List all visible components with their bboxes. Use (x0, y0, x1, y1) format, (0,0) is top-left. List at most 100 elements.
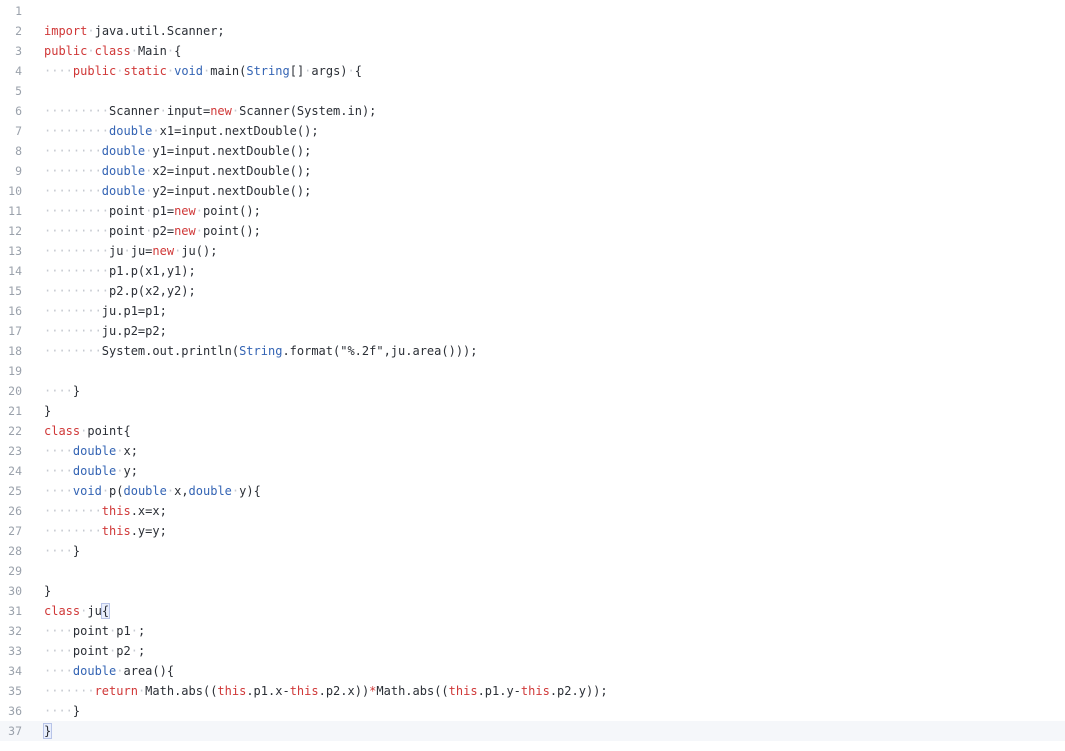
whitespace-marker: ···· (44, 664, 73, 678)
whitespace-marker: ········ (44, 504, 102, 518)
code-line[interactable]: 27 ········this.y=y; (0, 521, 1065, 541)
code-token: main( (210, 64, 247, 78)
line-number: 24 (8, 464, 22, 478)
whitespace-marker: · (87, 44, 95, 58)
code-line[interactable]: 35 ·······return·Math.abs((this.p1.x-this… (0, 681, 1065, 701)
code-line[interactable]: 16 ········ju.p1=p1; (0, 301, 1065, 321)
code-token: ; (137, 624, 146, 638)
code-line[interactable]: 14 ·········p1.p(x1,y1); (0, 261, 1065, 281)
code-line[interactable]: 11 ·········point·p1=new·point(); (0, 201, 1065, 221)
code-line[interactable]: 9 ········double·x2=input.nextDouble(); (0, 161, 1065, 181)
code-token: point (72, 644, 110, 658)
code-line[interactable]: 19 (0, 361, 1065, 381)
line-number: 34 (8, 664, 22, 678)
whitespace-marker: ···· (44, 464, 73, 478)
line-number: 28 (8, 544, 22, 558)
code-line[interactable]: 25 ····void·p(double·x,double·y){ (0, 481, 1065, 501)
whitespace-marker: · (195, 224, 203, 238)
whitespace-marker: · (116, 464, 124, 478)
code-line[interactable]: 33 ····point·p2·; (0, 641, 1065, 661)
line-content: ·········Scanner·input=new·Scanner(Syste… (44, 101, 376, 121)
line-content: } (44, 401, 51, 421)
line-content: ········ju.p2=p2; (44, 321, 167, 341)
code-line[interactable]: 29 (0, 561, 1065, 581)
whitespace-marker: · (166, 484, 175, 498)
code-token: .p2.x)) (318, 684, 370, 698)
code-token: double (101, 184, 146, 198)
code-token: public (72, 64, 117, 78)
line-number: 29 (8, 564, 22, 578)
line-number: 14 (8, 264, 22, 278)
code-token: void (72, 484, 102, 498)
code-line[interactable]: 13 ·········ju·ju=new·ju(); (0, 241, 1065, 261)
line-number: 8 (15, 144, 22, 158)
code-line[interactable]: 23 ····double·x; (0, 441, 1065, 461)
code-line[interactable]: 18 ········System.out.println(String.form… (0, 341, 1065, 361)
code-line[interactable]: 28 ····} (0, 541, 1065, 561)
code-token: y1=input.nextDouble(); (152, 144, 312, 158)
code-token: String (246, 64, 290, 78)
line-number: 30 (8, 584, 22, 598)
code-line[interactable]: 36 ····} (0, 701, 1065, 721)
line-number: 2 (15, 24, 22, 38)
code-line[interactable]: 4 ····public·static·void·main(String[]·ar… (0, 61, 1065, 81)
line-content: ····double·x; (44, 441, 138, 461)
line-content: ········this.x=x; (44, 501, 167, 521)
whitespace-marker: ········ (44, 324, 102, 338)
code-token: double (101, 144, 146, 158)
whitespace-marker: ···· (44, 64, 73, 78)
code-line[interactable]: 10 ········double·y2=input.nextDouble(); (0, 181, 1065, 201)
whitespace-marker: ······· (44, 684, 95, 698)
code-line[interactable]: 34 ····double·area(){ (0, 661, 1065, 681)
code-line[interactable]: 6 ·········Scanner·input=new·Scanner(Syst… (0, 101, 1065, 121)
line-content: ········this.y=y; (44, 521, 167, 541)
whitespace-marker: · (152, 124, 160, 138)
code-line[interactable]: 30} (0, 581, 1065, 601)
code-line[interactable]: 17 ········ju.p2=p2; (0, 321, 1065, 341)
code-line[interactable]: 26 ········this.x=x; (0, 501, 1065, 521)
code-token: .format("%.2f",ju.area())); (282, 344, 478, 358)
code-token: double (101, 164, 146, 178)
code-token: .p1.x- (246, 684, 290, 698)
code-token: double (123, 484, 167, 498)
code-token: p( (109, 484, 124, 498)
code-token: this (520, 684, 550, 698)
code-line[interactable]: 5 (0, 81, 1065, 101)
code-line[interactable]: 21} (0, 401, 1065, 421)
code-token: this (217, 684, 247, 698)
line-number: 6 (15, 104, 22, 118)
code-line[interactable]: 20 ····} (0, 381, 1065, 401)
line-number: 18 (8, 344, 22, 358)
line-content: ····void·p(double·x,double·y){ (44, 481, 261, 501)
code-token: p1 (116, 624, 131, 638)
code-token: y){ (239, 484, 261, 498)
whitespace-marker: · (87, 24, 95, 38)
line-content: ·········point·p2=new·point(); (44, 221, 261, 241)
code-line[interactable]: 7 ·········double·x1=input.nextDouble(); (0, 121, 1065, 141)
code-token: class (44, 424, 81, 438)
code-token: } (72, 544, 81, 558)
line-number: 9 (15, 164, 22, 178)
code-token: y; (123, 464, 138, 478)
line-number: 23 (8, 444, 22, 458)
whitespace-marker: · (116, 64, 124, 78)
code-line[interactable]: 37} (0, 721, 1065, 741)
code-line[interactable]: 1 (0, 1, 1065, 21)
code-line[interactable]: 15 ·········p2.p(x2,y2); (0, 281, 1065, 301)
code-line[interactable]: 22 class·point{ (0, 421, 1065, 441)
whitespace-marker: · (130, 44, 138, 58)
code-line[interactable]: 8 ········double·y1=input.nextDouble(); (0, 141, 1065, 161)
code-line[interactable]: 31 class·ju{ (0, 601, 1065, 621)
code-line[interactable]: 24 ····double·y; (0, 461, 1065, 481)
code-line[interactable]: 12 ·········point·p2=new·point(); (0, 221, 1065, 241)
line-number: 35 (8, 684, 22, 698)
code-token: x2=input.nextDouble(); (152, 164, 312, 178)
line-content: ·········p2.p(x2,y2); (44, 281, 196, 301)
code-token: java.util.Scanner; (94, 24, 225, 38)
code-editor[interactable]: 1 2 import·java.util.Scanner; 3 public·class… (0, 0, 1065, 751)
code-line[interactable]: 2 import·java.util.Scanner; (0, 21, 1065, 41)
code-line[interactable]: 3 public·class·Main·{ (0, 41, 1065, 61)
code-token: public (44, 44, 88, 58)
code-token: p2 (116, 644, 131, 658)
code-line[interactable]: 32 ····point·p1·; (0, 621, 1065, 641)
